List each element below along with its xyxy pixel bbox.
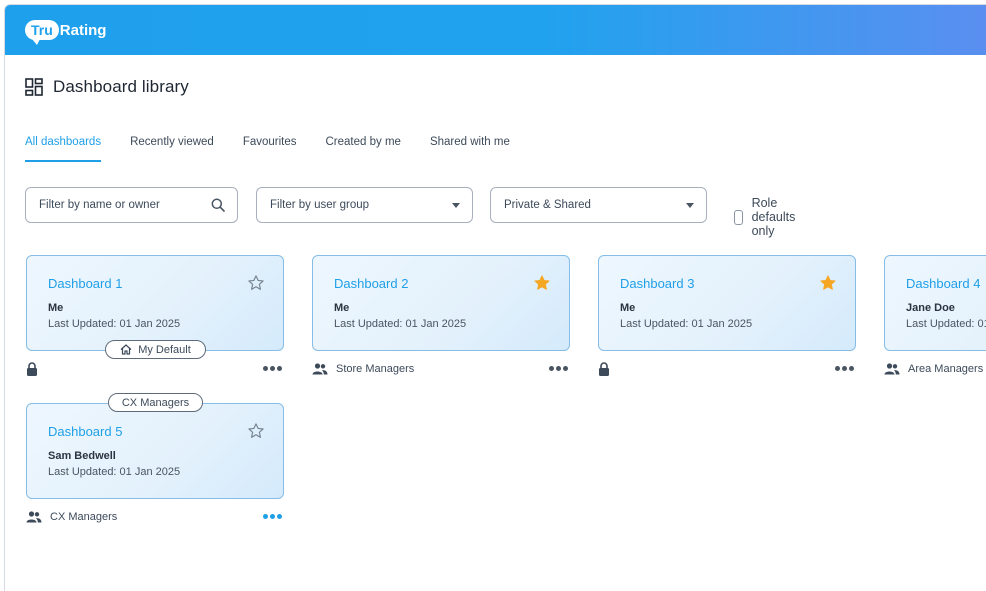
tab-favourites[interactable]: Favourites: [243, 136, 297, 162]
card-updated: Last Updated: 01 Jan 2025: [48, 318, 181, 330]
card-updated: Last Updated: 01 Jan 2025: [906, 318, 986, 330]
card-updated: Last Updated: 01 Jan 2025: [48, 466, 181, 478]
star-filled-icon[interactable]: [533, 274, 551, 292]
visibility-value: Private & Shared: [504, 199, 591, 211]
card-title[interactable]: Dashboard 4: [906, 276, 980, 291]
dashboard-card[interactable]: Dashboard 4 Jane Doe Last Updated: 01 Ja…: [884, 255, 986, 351]
card-footer: CX Managers: [26, 509, 284, 525]
tab-shared-with-me[interactable]: Shared with me: [430, 136, 510, 162]
more-options-icon[interactable]: [261, 514, 282, 519]
users-icon: [884, 363, 900, 375]
lock-icon: [599, 362, 609, 376]
users-icon: [26, 511, 42, 523]
share-group-label: Store Managers: [336, 363, 415, 375]
card-title[interactable]: Dashboard 1: [48, 276, 122, 291]
page-header: Dashboard library: [25, 77, 189, 97]
visibility-select[interactable]: Private & Shared: [490, 187, 707, 223]
tab-recently-viewed[interactable]: Recently viewed: [130, 136, 214, 162]
more-options-icon[interactable]: [547, 366, 568, 371]
chevron-down-icon: [686, 203, 694, 208]
star-outline-icon[interactable]: [247, 274, 265, 292]
card-owner: Me: [334, 302, 350, 314]
tab-created-by-me[interactable]: Created by me: [326, 136, 401, 162]
dashboard-card[interactable]: Dashboard 1 Me Last Updated: 01 Jan 2025: [26, 255, 284, 351]
lock-icon: [27, 362, 37, 376]
dashboard-grid-icon: [25, 78, 43, 96]
search-icon[interactable]: [211, 198, 225, 212]
logo-word: Rating: [59, 21, 107, 39]
dashboard-card[interactable]: Dashboard 5 Sam Bedwell Last Updated: 01…: [26, 403, 284, 499]
logo-bubble: Tru: [25, 20, 59, 45]
card-owner: Jane Doe: [906, 302, 955, 314]
library-tabs: All dashboards Recently viewed Favourite…: [25, 136, 539, 162]
trurating-logo[interactable]: Tru Rating: [25, 15, 106, 45]
home-icon: [120, 344, 132, 355]
role-defaults-checkbox[interactable]: [734, 209, 743, 225]
default-badge: My Default: [105, 340, 206, 359]
page-title: Dashboard library: [53, 77, 189, 96]
share-group-label: CX Managers: [50, 511, 118, 523]
card-footer: [26, 361, 284, 377]
group-default-badge: CX Managers: [108, 393, 203, 412]
star-outline-icon[interactable]: [247, 422, 265, 440]
users-icon: [312, 363, 328, 375]
dashboard-card[interactable]: Dashboard 3 Me Last Updated: 01 Jan 2025: [598, 255, 856, 351]
card-updated: Last Updated: 01 Jan 2025: [620, 318, 753, 330]
card-owner: Sam Bedwell: [48, 450, 116, 462]
search-placeholder: Filter by name or owner: [39, 199, 160, 211]
app-frame: Tru Rating Dashboard library All dashboa…: [4, 4, 986, 591]
star-filled-icon[interactable]: [819, 274, 837, 292]
more-options-icon[interactable]: [261, 366, 282, 371]
group-default-badge-label: CX Managers: [121, 396, 190, 409]
card-footer: Area Managers: [884, 361, 986, 377]
search-input[interactable]: Filter by name or owner: [25, 187, 238, 223]
default-badge-label: My Default: [138, 343, 191, 356]
card-footer: Store Managers: [312, 361, 570, 377]
user-group-select[interactable]: Filter by user group: [256, 187, 473, 223]
card-owner: Me: [620, 302, 636, 314]
card-title[interactable]: Dashboard 2: [334, 276, 408, 291]
chevron-down-icon: [452, 203, 460, 208]
card-footer: [598, 361, 856, 377]
top-bar: Tru Rating: [5, 5, 986, 55]
tab-all-dashboards[interactable]: All dashboards: [25, 136, 102, 162]
dashboard-card[interactable]: Dashboard 2 Me Last Updated: 01 Jan 2025: [312, 255, 570, 351]
card-updated: Last Updated: 01 Jan 2025: [334, 318, 467, 330]
card-owner: Me: [48, 302, 64, 314]
card-title[interactable]: Dashboard 3: [620, 276, 694, 291]
share-group-label: Area Managers: [908, 363, 984, 375]
more-options-icon[interactable]: [833, 366, 854, 371]
role-defaults-toggle[interactable]: Role defaults only: [734, 196, 802, 238]
role-defaults-label: Role defaults only: [751, 196, 796, 238]
card-title[interactable]: Dashboard 5: [48, 424, 122, 439]
user-group-placeholder: Filter by user group: [270, 199, 370, 211]
